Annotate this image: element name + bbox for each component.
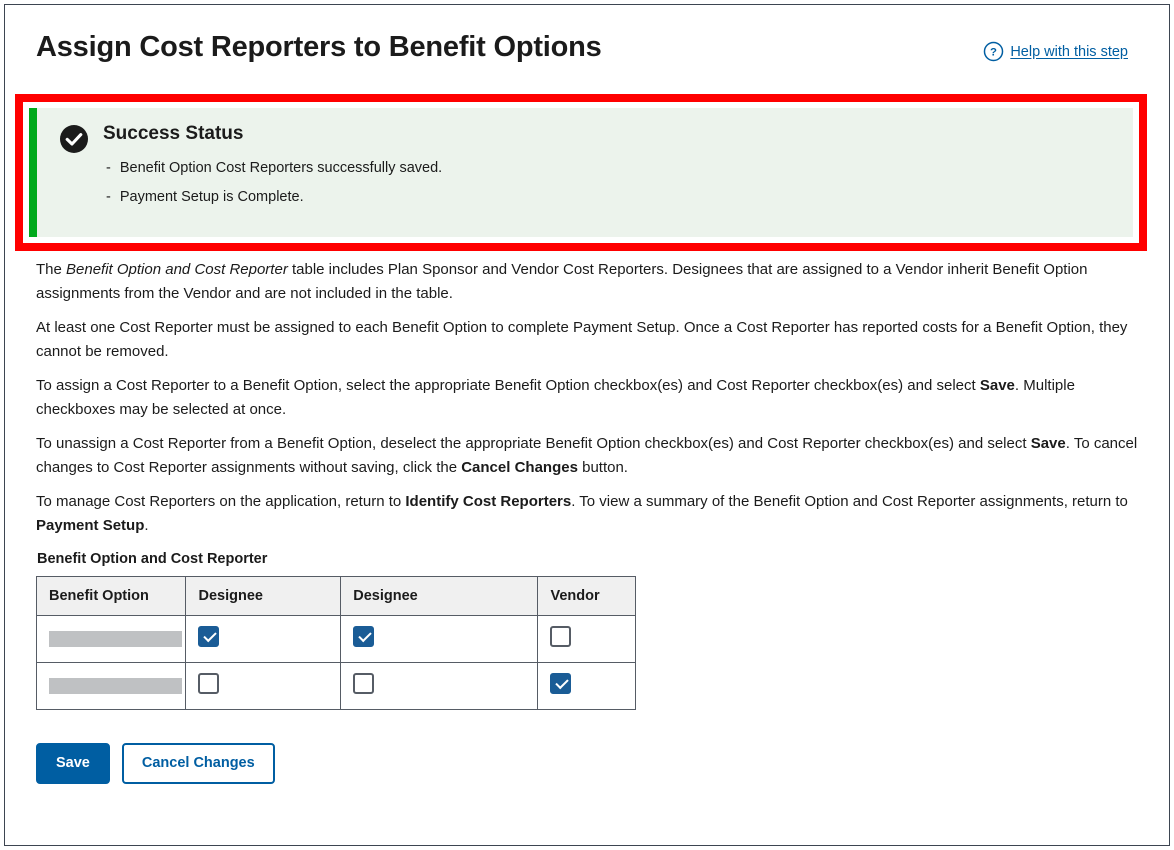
bullet-dash: - [106, 188, 111, 207]
benefit-option-cell [37, 616, 186, 663]
list-item: - Benefit Option Cost Reporters successf… [103, 154, 1117, 183]
alert-message-list: - Benefit Option Cost Reporters successf… [103, 154, 1117, 212]
page-header: Assign Cost Reporters to Benefit Options… [5, 5, 1169, 91]
table-body [37, 616, 636, 710]
column-header-designee-2: Designee [341, 577, 538, 616]
checkbox-row1-designee2[interactable] [353, 626, 374, 647]
instruction-paragraph: To manage Cost Reporters on the applicat… [36, 490, 1140, 537]
checkbox-row2-vendor[interactable] [550, 673, 571, 694]
annotation-highlight-box: Success Status - Benefit Option Cost Rep… [15, 94, 1147, 251]
page-frame: Assign Cost Reporters to Benefit Options… [4, 4, 1170, 846]
alert-message: Benefit Option Cost Reporters successful… [120, 159, 442, 178]
instruction-paragraph: At least one Cost Reporter must be assig… [36, 316, 1140, 363]
save-button[interactable]: Save [36, 743, 110, 784]
instruction-paragraph: To assign a Cost Reporter to a Benefit O… [36, 374, 1140, 421]
help-with-this-step-link[interactable]: ? Help with this step [983, 41, 1128, 62]
benefit-option-cell [37, 663, 186, 710]
table-row [37, 616, 636, 663]
cancel-changes-button[interactable]: Cancel Changes [122, 743, 275, 784]
checkbox-row2-designee2[interactable] [353, 673, 374, 694]
designee-1-cell [186, 663, 341, 710]
designee-1-cell [186, 616, 341, 663]
page-title: Assign Cost Reporters to Benefit Options [36, 29, 1135, 65]
checkbox-row1-vendor[interactable] [550, 626, 571, 647]
help-link-label: Help with this step [1010, 44, 1128, 60]
designee-2-cell [341, 663, 538, 710]
checkbox-row2-designee1[interactable] [198, 673, 219, 694]
table-row [37, 663, 636, 710]
redacted-benefit-option-label [49, 631, 182, 647]
check-circle-icon [59, 124, 89, 154]
svg-text:?: ? [990, 47, 997, 59]
success-alert: Success Status - Benefit Option Cost Rep… [29, 108, 1133, 237]
designee-2-cell [341, 616, 538, 663]
table-caption: Benefit Option and Cost Reporter [37, 551, 1140, 567]
alert-body: Success Status - Benefit Option Cost Rep… [103, 121, 1117, 212]
column-header-benefit-option: Benefit Option [37, 577, 186, 616]
instruction-paragraph: The Benefit Option and Cost Reporter tab… [36, 251, 1140, 305]
redacted-benefit-option-label [49, 678, 182, 694]
vendor-cell [538, 663, 636, 710]
instruction-paragraph: To unassign a Cost Reporter from a Benef… [36, 432, 1140, 479]
vendor-cell [538, 616, 636, 663]
column-header-designee-1: Designee [186, 577, 341, 616]
page-content: The Benefit Option and Cost Reporter tab… [5, 251, 1170, 784]
checkbox-row1-designee1[interactable] [198, 626, 219, 647]
bullet-dash: - [106, 159, 111, 178]
alert-title: Success Status [103, 122, 1117, 146]
column-header-vendor: Vendor [538, 577, 636, 616]
form-actions: Save Cancel Changes [36, 743, 1140, 784]
alert-message: Payment Setup is Complete. [120, 188, 304, 207]
benefit-option-cost-reporter-table: Benefit Option Designee Designee Vendor [36, 576, 636, 710]
question-circle-icon: ? [983, 41, 1004, 62]
table-header-row: Benefit Option Designee Designee Vendor [37, 577, 636, 616]
list-item: - Payment Setup is Complete. [103, 183, 1117, 212]
